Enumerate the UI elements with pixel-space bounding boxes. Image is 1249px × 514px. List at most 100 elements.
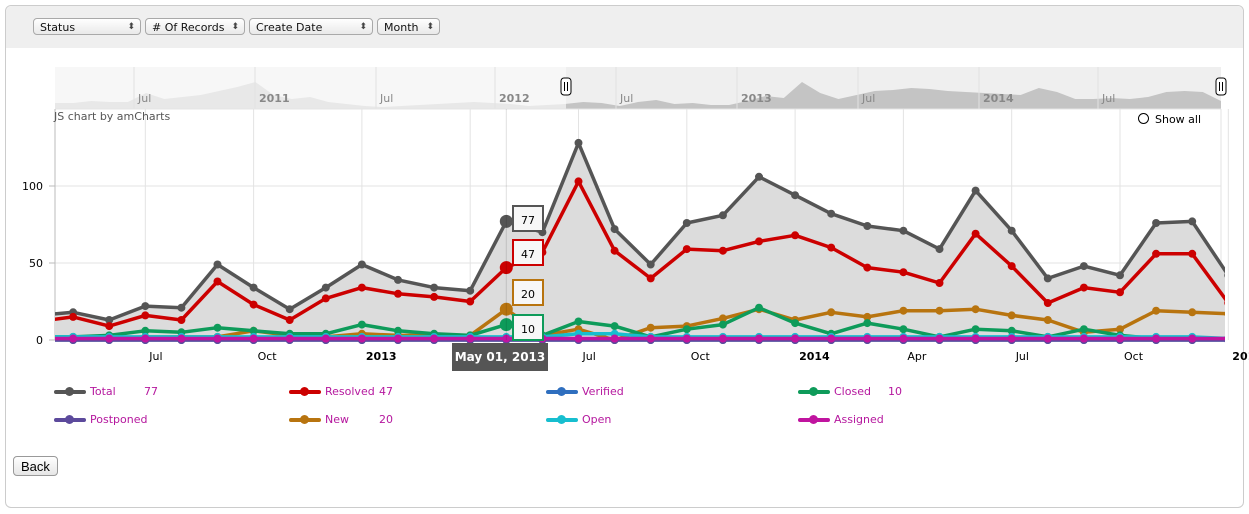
data-point-resolved[interactable]	[69, 312, 78, 321]
scrollbar-right-handle[interactable]	[1215, 77, 1227, 96]
data-point-assigned[interactable]	[646, 334, 655, 343]
data-point-total[interactable]	[466, 286, 475, 295]
data-point-new[interactable]	[971, 305, 980, 314]
data-point-assigned[interactable]	[1188, 334, 1197, 343]
data-point-assigned[interactable]	[1007, 334, 1016, 343]
data-point-closed[interactable]	[682, 325, 691, 334]
data-point-assigned[interactable]	[1079, 334, 1088, 343]
data-point-resolved[interactable]	[863, 263, 872, 272]
data-point-total[interactable]	[249, 283, 258, 292]
data-point-resolved[interactable]	[682, 245, 691, 254]
data-point-closed[interactable]	[791, 319, 800, 328]
data-point-total[interactable]	[610, 225, 619, 234]
data-point-new[interactable]	[1007, 311, 1016, 320]
data-point-total[interactable]	[718, 211, 727, 220]
data-point-resolved[interactable]	[285, 316, 294, 324]
data-point-assigned[interactable]	[69, 334, 78, 343]
data-point-resolved[interactable]	[430, 292, 439, 301]
data-point-total[interactable]	[827, 209, 836, 218]
data-point-closed[interactable]	[971, 325, 980, 334]
data-point-new[interactable]	[646, 323, 655, 332]
data-point-resolved[interactable]	[971, 229, 980, 238]
data-point-total[interactable]	[1043, 274, 1052, 283]
data-point-resolved[interactable]	[574, 177, 583, 186]
data-point-total[interactable]	[863, 222, 872, 230]
data-point-closed[interactable]	[610, 322, 619, 331]
data-point-new[interactable]	[827, 308, 836, 317]
data-point-resolved[interactable]	[1116, 288, 1124, 297]
data-point-resolved[interactable]	[1007, 262, 1016, 271]
data-point-resolved[interactable]	[1043, 299, 1052, 307]
data-point-resolved[interactable]	[213, 277, 222, 286]
data-point-closed[interactable]	[863, 319, 872, 328]
data-point-resolved[interactable]	[1152, 249, 1161, 258]
data-point-assigned[interactable]	[466, 334, 475, 343]
data-point-assigned[interactable]	[863, 334, 872, 343]
data-point-assigned[interactable]	[430, 334, 439, 343]
data-point-total[interactable]	[646, 260, 655, 269]
data-point-assigned[interactable]	[1043, 334, 1052, 343]
data-point-resolved[interactable]	[827, 243, 836, 252]
data-point-closed[interactable]	[574, 317, 583, 326]
data-point-total[interactable]	[971, 186, 980, 195]
data-point-resolved[interactable]	[718, 246, 727, 255]
data-point-total[interactable]	[430, 283, 439, 292]
data-point-resolved[interactable]	[755, 237, 763, 246]
data-point-resolved[interactable]	[1188, 249, 1197, 258]
data-point-assigned[interactable]	[935, 334, 944, 343]
data-point-assigned[interactable]	[357, 334, 366, 343]
data-point-total[interactable]	[321, 283, 330, 292]
data-point-new[interactable]	[1043, 316, 1052, 324]
data-point-resolved[interactable]	[899, 268, 908, 277]
data-point-total[interactable]	[33, 311, 41, 319]
data-point-total[interactable]	[1007, 226, 1016, 235]
data-point-assigned[interactable]	[213, 334, 222, 343]
data-point-assigned[interactable]	[394, 334, 402, 343]
data-point-assigned[interactable]	[574, 334, 583, 343]
data-point-total[interactable]	[177, 303, 186, 312]
data-point-total[interactable]	[141, 302, 150, 311]
data-point-resolved[interactable]	[249, 300, 258, 309]
data-point-total[interactable]	[1188, 217, 1197, 226]
data-point-assigned[interactable]	[285, 334, 294, 343]
data-point-assigned[interactable]	[1116, 334, 1124, 343]
data-point-resolved[interactable]	[1079, 283, 1088, 292]
data-point-resolved[interactable]	[177, 316, 186, 324]
data-point-total[interactable]	[213, 260, 222, 269]
data-point-assigned[interactable]	[249, 334, 258, 343]
data-point-resolved[interactable]	[105, 322, 114, 331]
data-point-assigned[interactable]	[899, 334, 908, 343]
data-point-assigned[interactable]	[141, 334, 150, 343]
data-point-total[interactable]	[1079, 262, 1088, 271]
data-point-assigned[interactable]	[791, 334, 800, 343]
data-point-assigned[interactable]	[827, 334, 836, 343]
data-point-new[interactable]	[899, 306, 908, 315]
data-point-total[interactable]	[357, 260, 366, 269]
data-point-assigned[interactable]	[971, 334, 980, 343]
data-point-total[interactable]	[285, 305, 294, 314]
data-point-resolved[interactable]	[646, 274, 655, 283]
data-point-total[interactable]	[1116, 271, 1124, 280]
data-point-resolved[interactable]	[935, 279, 944, 287]
data-point-total[interactable]	[1152, 219, 1161, 227]
data-point-total[interactable]	[574, 138, 583, 147]
show-all-button[interactable]: Show all	[1138, 112, 1201, 126]
data-point-total[interactable]	[791, 191, 800, 200]
data-point-resolved[interactable]	[610, 246, 619, 255]
back-button[interactable]: Back	[13, 456, 58, 476]
data-point-total[interactable]	[394, 275, 402, 284]
data-point-resolved[interactable]	[466, 297, 475, 306]
data-point-resolved[interactable]	[791, 231, 800, 240]
data-point-closed[interactable]	[357, 320, 366, 329]
data-point-total[interactable]	[935, 245, 944, 254]
data-point-new[interactable]	[1188, 308, 1197, 317]
data-point-resolved[interactable]	[141, 311, 150, 320]
data-point-resolved[interactable]	[33, 318, 41, 326]
data-point-assigned[interactable]	[1152, 334, 1161, 343]
data-point-assigned[interactable]	[682, 334, 691, 343]
scrollbar-left-handle[interactable]	[560, 77, 572, 96]
data-point-closed[interactable]	[718, 320, 727, 329]
data-point-resolved[interactable]	[357, 283, 366, 292]
data-point-closed[interactable]	[755, 303, 763, 312]
data-point-total[interactable]	[755, 172, 763, 181]
